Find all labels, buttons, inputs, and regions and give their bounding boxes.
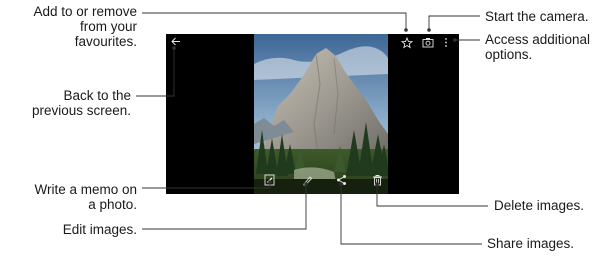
back-callout-line2: previous screen. [31, 103, 131, 118]
edit-callout: Edit images. [63, 222, 137, 237]
delete-callout: Delete images. [494, 198, 584, 213]
memo-callout-line1: Write a memo on [34, 182, 137, 197]
favourites-callout: Add to or remove from your favourites. [33, 4, 137, 49]
delete-callout-text: Delete images. [494, 198, 585, 213]
memo-callout-line2: a photo. [88, 197, 137, 212]
options-callout: Access additional options. [485, 32, 590, 62]
camera-icon[interactable] [422, 37, 434, 51]
landscape-photo [254, 34, 388, 194]
gallery-screen [166, 34, 459, 194]
back-callout-line1: Back to the [63, 88, 131, 103]
options-callout-line1: Access additional [485, 32, 591, 47]
share-callout-text: Share images. [487, 236, 575, 251]
favourites-leader-line [142, 12, 407, 30]
camera-leader-line [428, 15, 480, 30]
favourites-callout-line2: from your [79, 19, 137, 34]
memo-callout: Write a memo on a photo. [34, 182, 137, 212]
share-callout: Share images. [487, 236, 574, 251]
camera-callout: Start the camera. [485, 9, 589, 24]
camera-callout-text: Start the camera. [485, 9, 589, 24]
star-icon[interactable] [400, 36, 414, 52]
back-arrow-icon[interactable] [171, 37, 181, 49]
trash-icon[interactable] [372, 174, 383, 189]
favourites-callout-line1: Add to or remove [33, 4, 137, 19]
edit-callout-text: Edit images. [62, 222, 137, 237]
memo-icon[interactable] [264, 174, 275, 189]
more-options-icon[interactable] [444, 37, 448, 51]
share-icon[interactable] [336, 174, 347, 189]
edit-pencil-icon[interactable] [302, 174, 313, 189]
options-callout-line2: options. [485, 47, 533, 62]
favourites-callout-line3: favourites. [74, 34, 137, 49]
back-callout: Back to the previous screen. [32, 88, 131, 118]
